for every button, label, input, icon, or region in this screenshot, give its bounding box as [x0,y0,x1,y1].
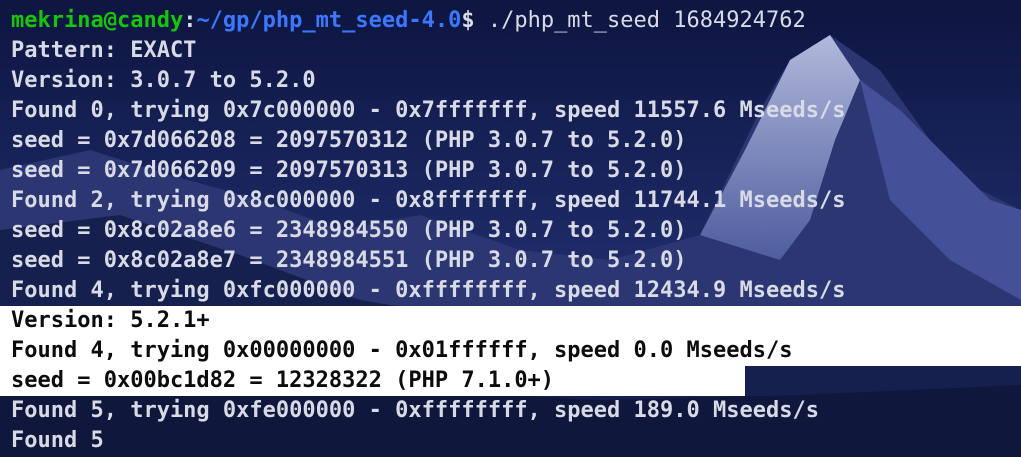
output-line: Found 0, trying 0x7c000000 - 0x7fffffff,… [11,98,846,123]
output-line: Found 4, trying 0xfc000000 - 0xffffffff,… [11,278,846,303]
prompt-dollar: $ [461,8,475,33]
output-line: Found 5 [11,428,104,453]
output-line: Found 5, trying 0xfe000000 - 0xffffffff,… [11,398,819,423]
output-line: Pattern: EXACT [11,38,197,63]
selected-output-line: seed = 0x00bc1d82 = 12328322 (PHP 7.1.0+… [0,366,745,396]
prompt-colon: : [183,8,197,33]
output-line: seed = 0x8c02a8e7 = 2348984551 (PHP 3.0.… [11,248,687,273]
prompt-line: mekrina@candy:~/gp/php_mt_seed-4.0$ ./ph… [0,6,806,36]
output-line: Found 2, trying 0x8c000000 - 0x8fffffff,… [11,188,846,213]
prompt-path: ~/gp/php_mt_seed-4.0 [196,8,462,33]
prompt-user-host: mekrina@candy [11,8,184,33]
prompt-command: ./php_mt_seed 1684924762 [474,8,806,33]
output-line: Version: 3.0.7 to 5.2.0 [11,68,316,93]
selected-output-line: Found 4, trying 0x00000000 - 0x01ffffff,… [0,336,1021,366]
output-line: seed = 0x7d066209 = 2097570313 (PHP 3.0.… [11,158,687,183]
terminal-window[interactable]: mekrina@candy:~/gp/php_mt_seed-4.0$ ./ph… [0,0,1021,457]
output-line: seed = 0x7d066208 = 2097570312 (PHP 3.0.… [11,128,687,153]
output-line: seed = 0x8c02a8e6 = 2348984550 (PHP 3.0.… [11,218,687,243]
selected-output-line: Version: 5.2.1+ [0,306,1021,336]
